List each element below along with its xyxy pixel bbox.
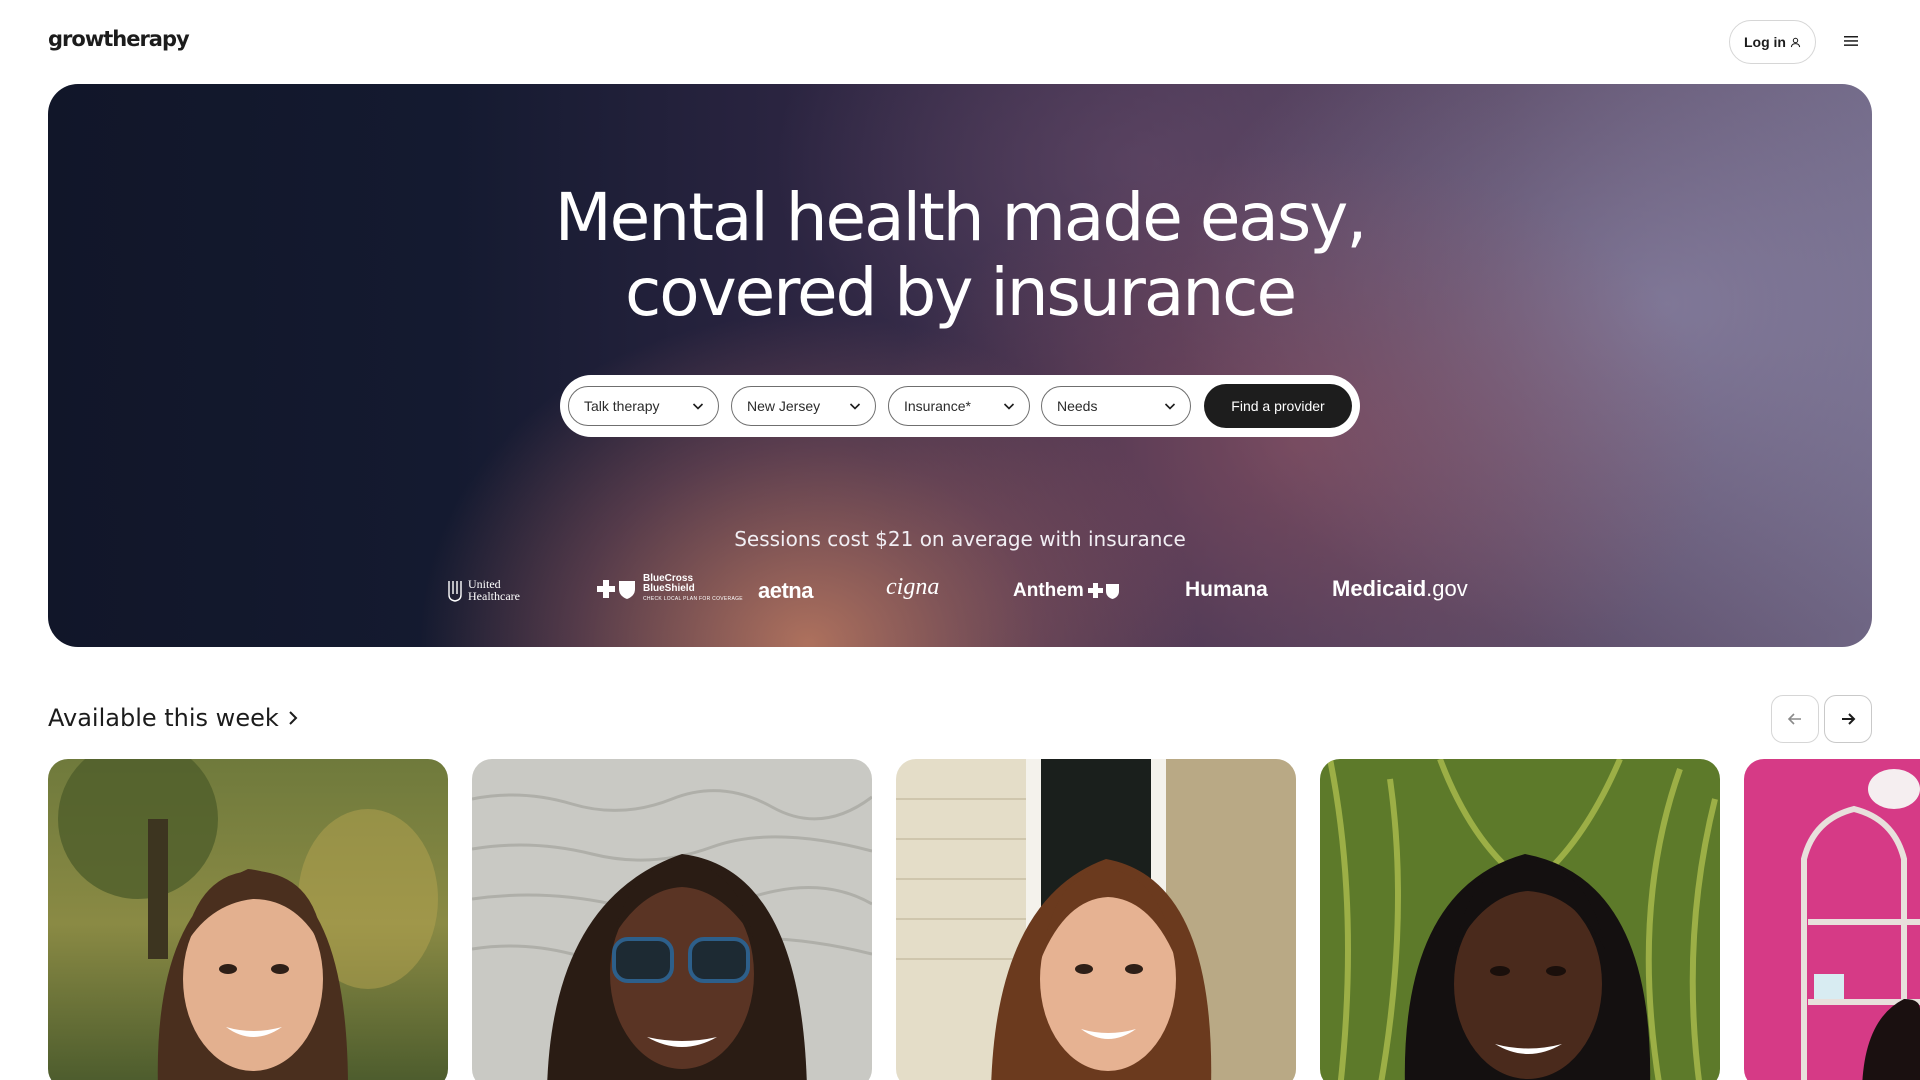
- arrow-right-icon: [1842, 713, 1856, 725]
- bcbs-subtext: CHECK LOCAL PLAN FOR COVERAGE: [643, 596, 743, 602]
- hero-title-line-2: covered by insurance: [624, 254, 1297, 331]
- medicaid-logo: Medicaid .gov: [1332, 576, 1468, 602]
- humana-logo: Humana: [1185, 578, 1268, 601]
- hamburger-menu-icon: [1844, 36, 1858, 46]
- carousel-prev-button[interactable]: [1771, 695, 1819, 743]
- medicaid-gov: .gov: [1426, 576, 1468, 601]
- find-provider-button[interactable]: Find a provider: [1204, 384, 1352, 428]
- cigna-logo: cigna: [886, 574, 939, 601]
- section-title: Available this week: [48, 704, 279, 732]
- growtherapy-logo[interactable]: growtherapy: [48, 27, 190, 51]
- hero-title: Mental health made easy, covered by insu…: [48, 180, 1872, 330]
- chevron-down-icon: [1003, 403, 1015, 410]
- uhc-line-2: Healthcare: [468, 589, 520, 603]
- provider-card[interactable]: [472, 759, 872, 1080]
- available-this-week-link[interactable]: Available this week: [48, 704, 299, 732]
- chevron-down-icon: [692, 403, 704, 410]
- chevron-down-icon: [849, 403, 861, 410]
- provider-card[interactable]: [1744, 759, 1920, 1080]
- provider-photo: [896, 759, 1296, 1080]
- state-value: New Jersey: [747, 398, 821, 414]
- user-icon: [1790, 37, 1801, 47]
- chevron-down-icon: [1164, 403, 1176, 410]
- aetna-logo: aetna: [758, 578, 813, 603]
- cigna-wordmark: cigna: [886, 574, 940, 600]
- needs-select[interactable]: Needs: [1041, 386, 1191, 426]
- chevron-right-icon: [289, 711, 298, 725]
- insurance-value: Insurance*: [904, 398, 971, 414]
- carousel-next-button[interactable]: [1824, 695, 1872, 743]
- medicaid-wordmark: Medicaid: [1332, 576, 1427, 601]
- arrow-left-icon: [1787, 713, 1801, 725]
- hero-title-line-1: Mental health made easy,: [554, 179, 1368, 256]
- hamburger-menu-button[interactable]: [1838, 28, 1864, 54]
- provider-card[interactable]: [896, 759, 1296, 1080]
- state-select[interactable]: New Jersey: [731, 386, 876, 426]
- hero-banner: Mental health made easy, covered by insu…: [48, 84, 1872, 647]
- sessions-cost-text: Sessions cost $21 on average with insura…: [734, 527, 1186, 551]
- site-header: growtherapy Log in: [0, 0, 1920, 84]
- provider-photo: [472, 759, 872, 1080]
- provider-photo: [48, 759, 448, 1080]
- anthem-logo: Anthem: [1013, 580, 1120, 602]
- cross-shield-icon: [597, 580, 635, 599]
- provider-card[interactable]: [1320, 759, 1720, 1080]
- bluecross-blueshield-logo: BlueCross BlueShield CHECK LOCAL PLAN FO…: [597, 574, 743, 604]
- insurer-logos: United Healthcare BlueCross BlueShield C…: [48, 574, 1872, 614]
- provider-photo: [1744, 759, 1920, 1080]
- bcbs-line-2: BlueShield: [643, 583, 695, 594]
- provider-photo: [1320, 759, 1720, 1080]
- insurance-select[interactable]: Insurance*: [888, 386, 1030, 426]
- provider-search-bar: Talk therapy New Jersey Insurance* Needs…: [560, 375, 1360, 437]
- needs-value: Needs: [1057, 398, 1098, 414]
- login-label: Log in: [1744, 34, 1786, 50]
- therapy-type-select[interactable]: Talk therapy: [568, 386, 719, 426]
- provider-card[interactable]: [48, 759, 448, 1080]
- anthem-wordmark: Anthem: [1013, 580, 1084, 601]
- cross-shield-icon: [1087, 583, 1119, 599]
- therapy-type-value: Talk therapy: [584, 398, 660, 414]
- unitedhealthcare-logo: United Healthcare: [448, 578, 520, 602]
- uhc-mark-icon: [448, 581, 462, 602]
- login-button[interactable]: Log in: [1729, 20, 1816, 64]
